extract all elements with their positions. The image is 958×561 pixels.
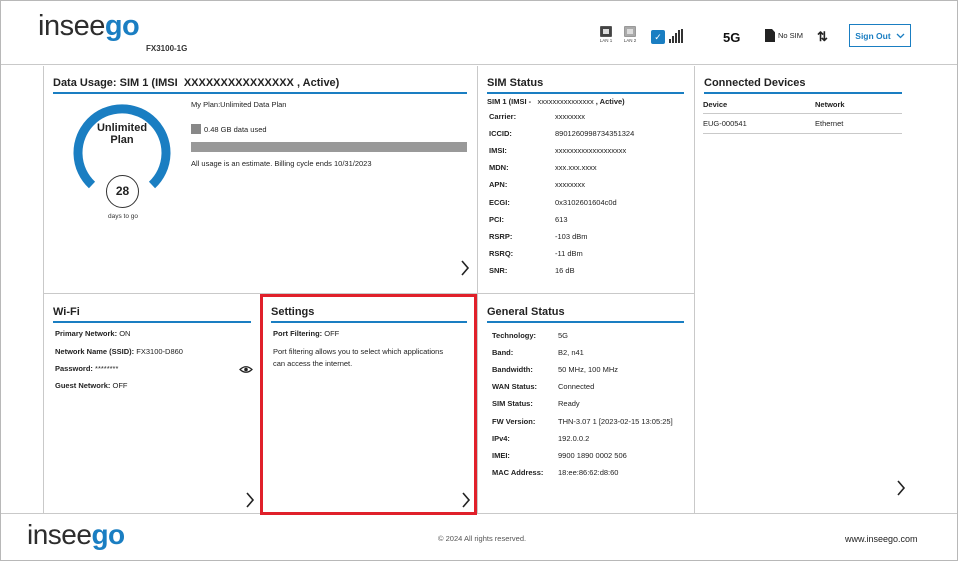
inseego-logo: inseego — [38, 10, 140, 42]
row-value: 192.0.0.2 — [558, 433, 590, 443]
usage-progress-bar — [191, 142, 467, 152]
row-label: Carrier: — [489, 112, 517, 121]
days-label: days to go — [108, 213, 138, 220]
row-value: 613 — [555, 214, 568, 224]
network-type: 5G — [723, 30, 741, 45]
settings-chevron-right-icon[interactable] — [461, 491, 471, 509]
connected-devices-title: Connected Devices — [704, 77, 902, 94]
data-usage-title: Data Usage: SIM 1 (IMSI XXXXXXXXXXXXXXX … — [53, 77, 467, 94]
row-value: xxxxxxxxxxxxxxxxxxx — [555, 146, 627, 156]
row-label: Band: — [492, 348, 514, 358]
row-label: FW Version: — [492, 416, 536, 426]
sign-out-button[interactable]: Sign Out — [849, 24, 911, 47]
row-label: Bandwidth: — [492, 365, 533, 375]
legend-swatch — [191, 124, 201, 134]
row-label: RSRP: — [489, 231, 513, 241]
row-value: 9900 1890 0002 506 — [558, 450, 627, 460]
row-value: 5G — [558, 331, 569, 340]
wifi-title: Wi-Fi — [53, 306, 251, 323]
wifi-chevron-right-icon[interactable] — [245, 491, 255, 509]
row-label: IPv4: — [492, 433, 510, 443]
row-label: RSRQ: — [489, 248, 514, 258]
settings-description: Port filtering allows you to select whic… — [273, 347, 444, 356]
row-label: Technology: — [492, 331, 537, 340]
guest-network: Guest Network: OFF — [55, 381, 128, 390]
settings-title: Settings — [271, 306, 467, 323]
row-value: Connected — [558, 382, 595, 392]
row-value: 50 MHz, 100 MHz — [558, 365, 619, 375]
row-label: IMEI: — [492, 450, 510, 460]
sim-status-title: SIM Status — [487, 77, 684, 94]
row-value: 0x3102601604c0d — [555, 197, 617, 207]
data-usage-chevron-right-icon[interactable] — [460, 259, 470, 277]
copyright: © 2024 All rights reserved. — [438, 534, 527, 543]
days-remaining: 28 — [106, 175, 139, 208]
divider — [477, 66, 478, 514]
wifi-password: Password: ******** — [55, 364, 119, 373]
row-value: 16 dB — [555, 265, 575, 275]
divider — [43, 66, 44, 514]
table-header: Device Network — [703, 96, 902, 114]
signal-bars-icon — [669, 29, 683, 43]
row-value: xxx.xxx.xxxx — [555, 163, 597, 173]
row-value: -11 dBm — [555, 248, 583, 258]
row-value: -103 dBm — [555, 231, 588, 241]
row-label: SNR: — [489, 265, 508, 275]
row-label: ICCID: — [489, 129, 512, 139]
port-filtering: Port Filtering: OFF — [273, 329, 340, 338]
ethernet-port-icon — [600, 26, 612, 37]
sim-line: SIM 1 (IMSI - xxxxxxxxxxxxxxx , Active) — [487, 97, 625, 106]
lan2-status: LAN 2 — [623, 26, 637, 43]
primary-network: Primary Network: ON — [55, 329, 131, 338]
row-label: APN: — [489, 180, 508, 190]
row-label: MDN: — [489, 163, 509, 173]
connected-devices-chevron-right-icon[interactable] — [896, 479, 906, 497]
device-model: FX3100-1G — [146, 44, 188, 53]
row-value: xxxxxxxx — [555, 112, 585, 121]
plan-name: My Plan:Unlimited Data Plan — [191, 100, 287, 109]
divider — [1, 513, 957, 514]
sim-card-icon — [765, 29, 775, 42]
general-status-title: General Status — [487, 306, 684, 323]
settings-highlight — [260, 294, 477, 515]
lan1-status: LAN 1 — [599, 26, 613, 43]
gauge-label: Unlimited Plan — [96, 122, 148, 146]
ethernet-port-icon — [624, 26, 636, 37]
table-row[interactable]: EUG-000541 Ethernet — [703, 114, 902, 134]
footer-logo: inseego — [27, 519, 125, 550]
eye-icon[interactable] — [239, 365, 253, 376]
row-value: THN-3.07 1 [2023-02-15 13:05:25] — [558, 416, 673, 426]
row-label: MAC Address: — [492, 467, 544, 477]
row-label: SIM Status: — [492, 399, 533, 409]
row-label: ECGI: — [489, 197, 510, 207]
row-value: Ready — [558, 399, 580, 409]
sim-indicator: No SIM — [765, 29, 803, 42]
data-used: 0.48 GB data used — [191, 124, 267, 134]
row-label: PCI: — [489, 214, 504, 224]
row-value: 18:ee:86:62:d8:60 — [558, 467, 619, 477]
settings-description-2: can access the internet. — [273, 359, 353, 368]
wifi-check-icon: ✓ — [651, 30, 665, 44]
header: inseego FX3100-1G LAN 1 LAN 2 ✓ 5G No SI… — [1, 1, 957, 65]
divider — [694, 66, 695, 514]
chevron-down-icon — [896, 33, 905, 38]
devices-table: Device Network EUG-000541 Ethernet — [703, 96, 902, 134]
row-value: B2, n41 — [558, 348, 584, 358]
website-link[interactable]: www.inseego.com — [845, 534, 918, 544]
network-ssid: Network Name (SSID): FX3100-D860 — [55, 347, 183, 356]
row-value: 8901260998734351324 — [555, 129, 635, 139]
data-transfer-icon: ⇅ — [817, 29, 828, 44]
row-label: IMSI: — [489, 146, 507, 156]
row-value: xxxxxxxx — [555, 180, 585, 190]
usage-estimate-note: All usage is an estimate. Billing cycle … — [191, 159, 372, 168]
row-label: WAN Status: — [492, 382, 537, 392]
